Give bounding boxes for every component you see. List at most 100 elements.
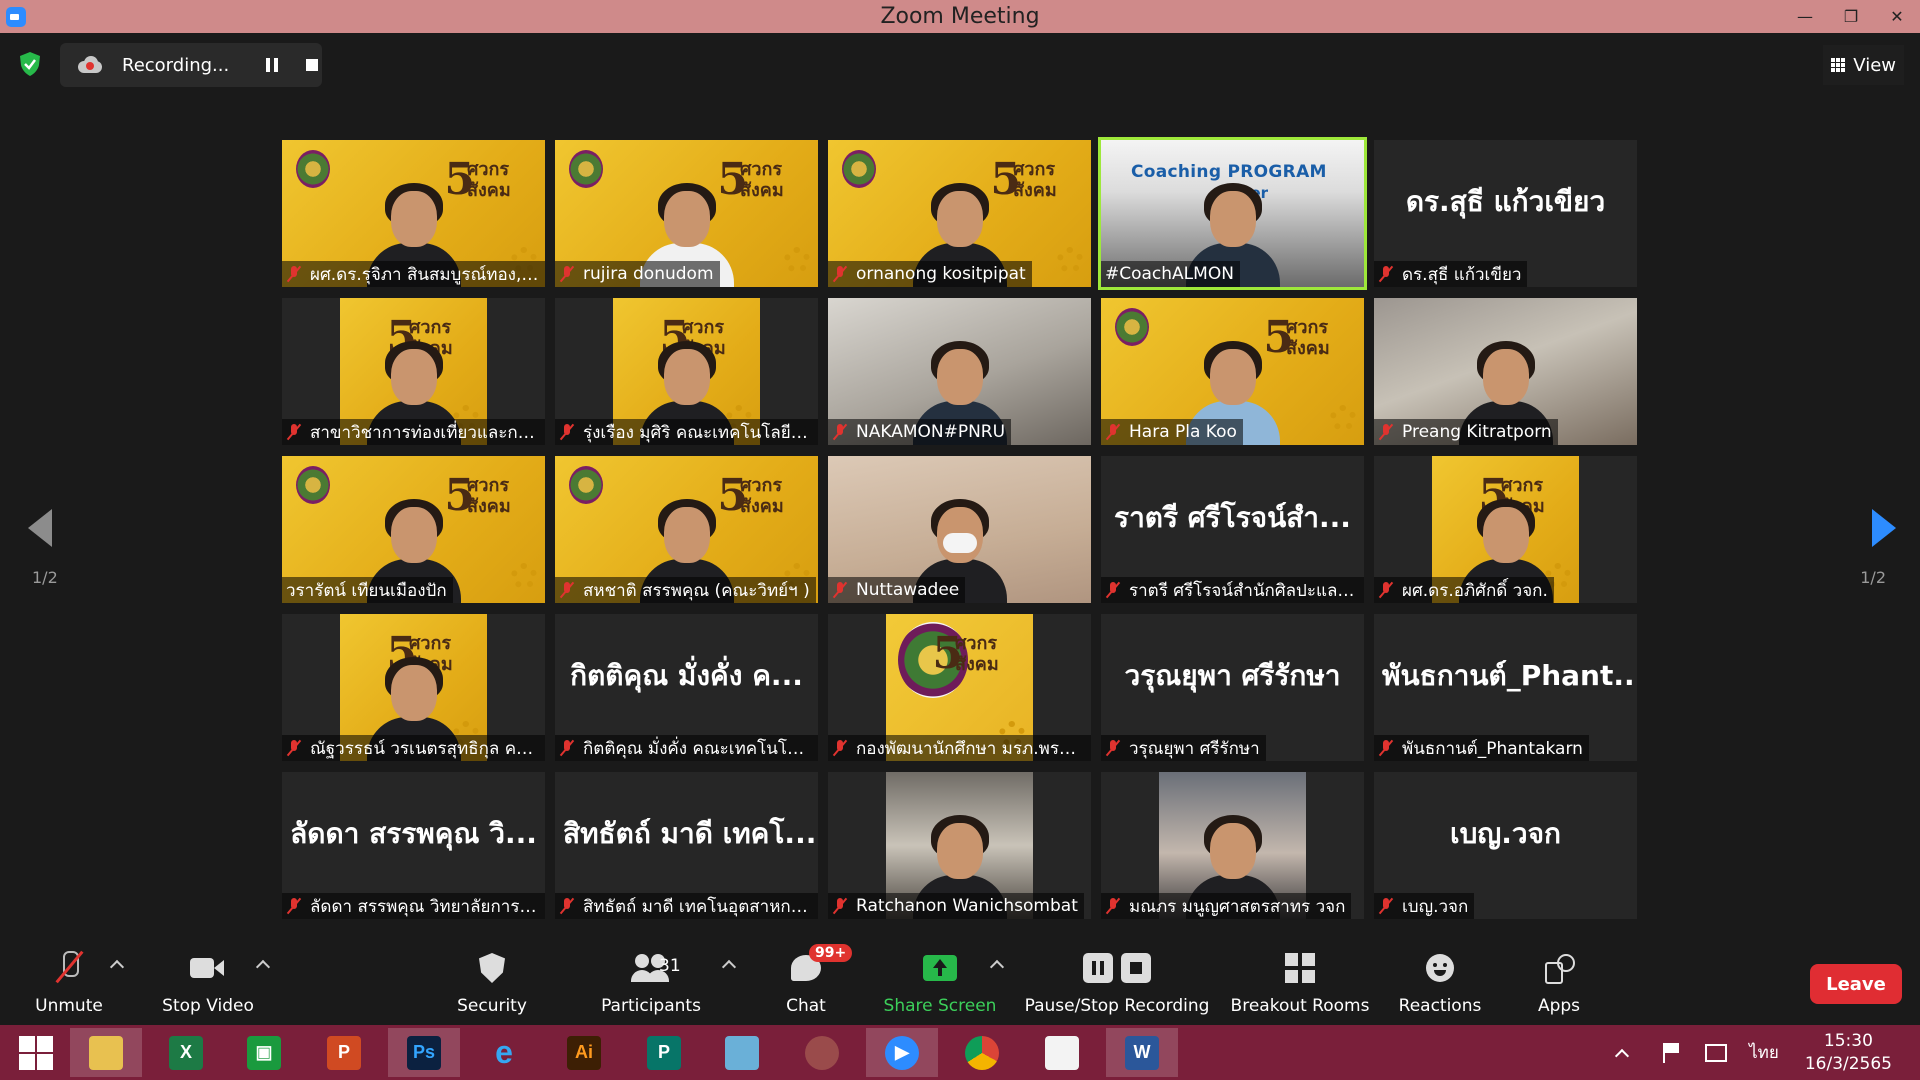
muted-mic-icon <box>559 581 575 599</box>
participant-name-label: Ratchanon Wanichsombat <box>828 893 1084 919</box>
participant-tile[interactable]: 5 ศวกร สังคม rujira donudom <box>555 140 818 287</box>
participant-name: Preang Kitratporn <box>1402 422 1552 442</box>
network-icon[interactable] <box>1705 1043 1728 1062</box>
stop-recording-icon[interactable] <box>306 59 318 71</box>
show-hidden-icons-chevron-icon[interactable] <box>1615 1048 1630 1063</box>
breakout-rooms-button[interactable]: Breakout Rooms <box>1230 940 1370 1025</box>
chat-unread-badge: 99+ <box>809 944 853 962</box>
video-options-chevron-icon[interactable] <box>255 959 271 975</box>
participant-name-label: ornanong kositpipat <box>828 261 1032 287</box>
breakout-rooms-label: Breakout Rooms <box>1230 996 1370 1016</box>
participant-tile[interactable]: สิทธัตถ์ มาดี เทคโ... สิทธัตถ์ มาดี เทคโน… <box>555 772 818 919</box>
participant-tile[interactable]: Ratchanon Wanichsombat <box>828 772 1091 919</box>
muted-mic-icon <box>286 897 302 915</box>
pause-stop-recording-button[interactable]: Pause/Stop Recording <box>1024 940 1210 1025</box>
close-button[interactable]: ✕ <box>1874 0 1920 33</box>
participant-tile[interactable]: NAKAMON#PNRU <box>828 298 1091 445</box>
muted-mic-icon <box>286 739 302 757</box>
participant-name-label: สิทธัตถ์ มาดี เทคโนอุตสาหกรรม <box>555 893 818 919</box>
participant-tile[interactable]: 5ศวกร สังคมณัฐวรรธน์ วรเนตรสุทธิกุล คณะ.… <box>282 614 545 761</box>
participant-tile[interactable]: Coaching PROGRAMfor er#CoachALMON <box>1098 137 1367 290</box>
participant-tile[interactable]: กิตติคุณ มั่งคั่ง ค... กิตติคุณ มั่งคั่ง … <box>555 614 818 761</box>
chat-label: Chat <box>786 996 826 1016</box>
taskbar-photoshop[interactable]: Ps <box>388 1028 460 1077</box>
participant-tile[interactable]: 5 ศวกร สังคม วรารัตน์ เทียนเมืองปัก <box>282 456 545 603</box>
pause-recording-icon[interactable] <box>266 58 278 72</box>
participant-tile[interactable]: 5 ศวกร สังคม ผศ.ดร.รุจิภา สินสมบูรณ์ทอง, จ… <box>282 140 545 287</box>
encryption-shield-icon[interactable] <box>18 51 42 77</box>
participant-tile[interactable]: 5 ศวกร สังคม สหชาติ สรรพคุณ (คณะวิทย์ฯ ) <box>555 456 818 603</box>
participant-tile[interactable]: ลัดดา สรรพคุณ วิ... ลัดดา สรรพคุณ วิทยาลั… <box>282 772 545 919</box>
participant-name-label: วรุณยุพา ศรีรักษา <box>1101 735 1266 761</box>
participant-tile[interactable]: 5 ศวกร สังคม กองพัฒนานักศึกษา มรภ.พระนคร <box>828 614 1091 761</box>
taskbar-zoom[interactable]: ▶ <box>866 1028 938 1077</box>
security-button[interactable]: Security <box>452 940 532 1025</box>
participant-name: มณภร มนูญศาสตรสาทร วจก <box>1129 896 1346 917</box>
view-button[interactable]: View <box>1823 45 1904 85</box>
participant-tile[interactable]: ราตรี ศรีโรจน์สำ... ราตรี ศรีโรจน์สำนักศิ… <box>1101 456 1364 603</box>
participant-display-name: พันธกานต์_Phant... <box>1382 659 1637 692</box>
participant-name-label: สาขาวิชาการท่องเที่ยวและการโร... <box>282 419 545 445</box>
participant-tile[interactable]: เบญ.วจก เบญ.วจก <box>1374 772 1637 919</box>
university-seal-icon <box>569 466 603 504</box>
clock[interactable]: 15:30 16/3/2565 <box>1805 1030 1892 1074</box>
taskbar-file-explorer[interactable] <box>70 1028 142 1077</box>
participant-tile[interactable]: Nuttawadee <box>828 456 1091 603</box>
gallery-grid: 5 ศวกร สังคม ผศ.ดร.รุจิภา สินสมบูรณ์ทอง, จ… <box>282 137 1637 919</box>
recording-label: Recording... <box>122 54 230 76</box>
share-screen-button[interactable]: Share Screen <box>884 940 996 1025</box>
participant-name-label: #CoachALMON <box>1101 261 1240 287</box>
muted-mic-icon <box>1378 423 1394 441</box>
unmute-button[interactable]: Unmute <box>28 940 110 1025</box>
muted-mic-icon <box>559 265 575 283</box>
taskbar-publisher[interactable]: P <box>628 1028 700 1077</box>
participant-tile[interactable]: 5ศวกร สังคมผศ.ดร.อภิศักดิ์ วจก. <box>1374 456 1637 603</box>
notepad-icon <box>725 1035 759 1070</box>
participant-tile[interactable]: 5 ศวกร สังคม Hara Pla Koo <box>1101 298 1364 445</box>
stop-video-button[interactable]: Stop Video <box>158 940 258 1025</box>
chat-button[interactable]: 99+ Chat <box>774 940 853 1025</box>
participant-tile[interactable]: พันธกานต์_Phant... พันธกานต์_Phantakarn <box>1374 614 1637 761</box>
windows-logo-icon <box>19 1035 53 1070</box>
taskbar-photoscape[interactable] <box>786 1028 858 1077</box>
participant-tile[interactable]: 5 ศวกร สังคม ornanong kositpipat <box>828 140 1091 287</box>
reactions-button[interactable]: Reactions <box>1390 940 1490 1025</box>
participant-tile[interactable]: ดร.สุธี แก้วเขียว ดร.สุธี แก้วเขียว <box>1374 140 1637 287</box>
taskbar-green-app[interactable]: ▣ <box>228 1028 300 1077</box>
participant-tile[interactable]: 5ศวกร สังคมรุ่งเรือง มุศิริ คณะเทคโนโลยี… <box>555 298 818 445</box>
participant-tile[interactable]: มณภร มนูญศาสตรสาทร วจก <box>1101 772 1364 919</box>
apps-button[interactable]: Apps <box>1528 940 1590 1025</box>
taskbar-powerpoint[interactable]: P <box>308 1028 380 1077</box>
folder-icon <box>89 1035 123 1070</box>
previous-page-arrow-icon[interactable] <box>28 505 58 551</box>
participant-tile[interactable]: Preang Kitratporn <box>1374 298 1637 445</box>
action-center-flag-icon[interactable] <box>1663 1042 1683 1063</box>
minimize-button[interactable]: — <box>1782 0 1828 33</box>
taskbar-chrome[interactable] <box>946 1028 1018 1077</box>
taskbar-notepad[interactable] <box>706 1028 778 1077</box>
participant-tile[interactable]: 5ศวกร สังคมสาขาวิชาการท่องเที่ยวและการโร… <box>282 298 545 445</box>
taskbar-photos[interactable] <box>1026 1028 1098 1077</box>
input-language[interactable]: ไทย <box>1749 1039 1779 1066</box>
taskbar-excel[interactable]: X <box>150 1028 222 1077</box>
participant-name: Ratchanon Wanichsombat <box>856 896 1078 916</box>
participant-tile[interactable]: วรุณยุพา ศรีรักษา วรุณยุพา ศรีรักษา <box>1101 614 1364 761</box>
audio-options-chevron-icon[interactable] <box>109 959 125 975</box>
next-page-arrow-icon[interactable] <box>1868 505 1898 551</box>
participant-display-name: กิตติคุณ มั่งคั่ง ค... <box>570 659 803 692</box>
participants-options-chevron-icon[interactable] <box>721 959 737 975</box>
window-title: Zoom Meeting <box>880 4 1040 29</box>
muted-mic-icon <box>1105 423 1121 441</box>
participants-button[interactable]: 31 Participants <box>596 940 706 1025</box>
leave-button[interactable]: Leave <box>1810 964 1902 1004</box>
participant-name-label: ลัดดา สรรพคุณ วิทยาลัยการฝึ... <box>282 893 545 919</box>
taskbar-internet-explorer[interactable]: e <box>468 1028 540 1077</box>
breakout-rooms-icon <box>1285 953 1315 983</box>
participant-name: สาขาวิชาการท่องเที่ยวและการโร... <box>310 422 539 443</box>
start-button[interactable] <box>0 1028 72 1077</box>
taskbar-word[interactable]: W <box>1106 1028 1178 1077</box>
participant-name: ลัดดา สรรพคุณ วิทยาลัยการฝึ... <box>310 896 539 917</box>
taskbar-illustrator[interactable]: Ai <box>548 1028 620 1077</box>
restore-button[interactable]: ❐ <box>1828 0 1874 33</box>
muted-mic-icon <box>1378 581 1394 599</box>
